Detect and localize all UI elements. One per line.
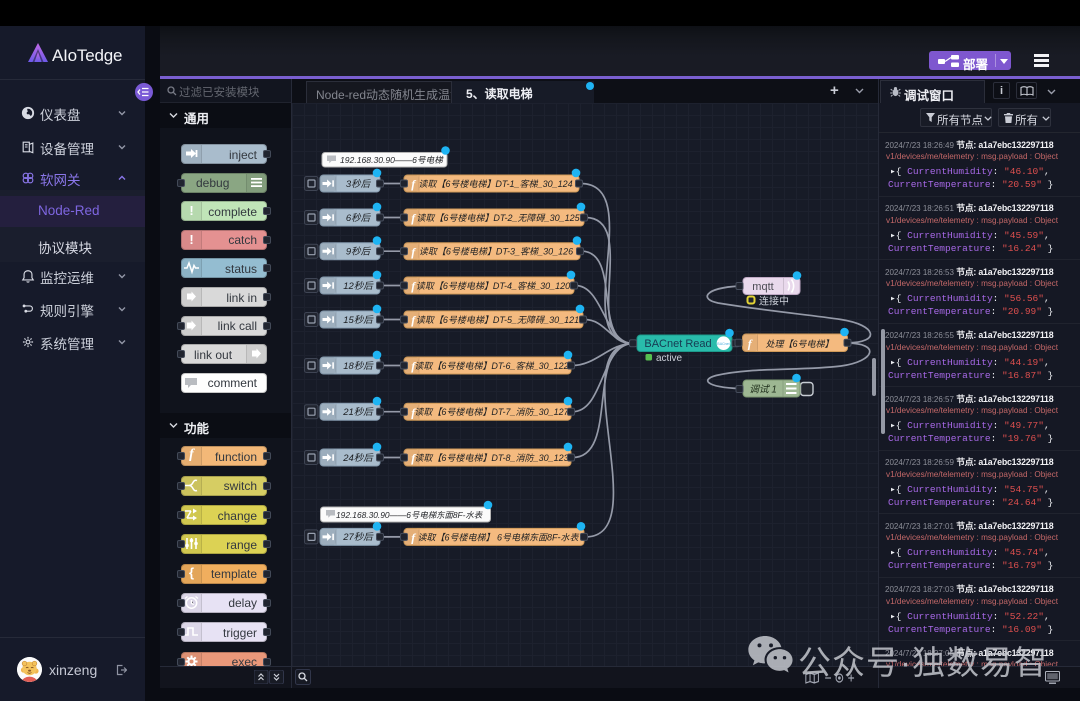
svg-text:调试 1: 调试 1 bbox=[749, 383, 777, 395]
svg-text:读取【6号楼电梯】DT-4_客梯_30_120: 读取【6号楼电梯】DT-4_客梯_30_120 bbox=[416, 281, 570, 291]
svg-text:12秒后: 12秒后 bbox=[343, 281, 374, 292]
svg-text:处理【6号电梯】: 处理【6号电梯】 bbox=[765, 339, 833, 349]
svg-text:3秒后: 3秒后 bbox=[346, 179, 372, 190]
svg-text:192.168.30.90——6号电梯东面8F-水表: 192.168.30.90——6号电梯东面8F-水表 bbox=[336, 510, 484, 520]
svg-text:15秒后: 15秒后 bbox=[343, 315, 374, 326]
svg-text:读取【6号楼电梯】DT-8_消防_30_123: 读取【6号楼电梯】DT-8_消防_30_123 bbox=[414, 453, 568, 463]
svg-text:读取【6号楼电梯】DT-3_客梯_30_126: 读取【6号楼电梯】DT-3_客梯_30_126 bbox=[419, 247, 573, 257]
svg-text:BACnet: BACnet bbox=[717, 342, 729, 346]
svg-text:读取【6号楼电梯】DT-1_客梯_30_124: 读取【6号楼电梯】DT-1_客梯_30_124 bbox=[418, 179, 572, 189]
svg-text:6秒后: 6秒后 bbox=[346, 213, 372, 224]
svg-text:读取【6号楼电梯】DT-5_无障碍_30_121: 读取【6号楼电梯】DT-5_无障碍_30_121 bbox=[416, 315, 579, 325]
svg-text:192.168.30.90——6号电梯: 192.168.30.90——6号电梯 bbox=[340, 155, 444, 165]
svg-text:active: active bbox=[656, 353, 683, 364]
svg-text:mqtt: mqtt bbox=[752, 281, 773, 293]
svg-text:27秒后: 27秒后 bbox=[342, 532, 374, 543]
svg-text:9秒后: 9秒后 bbox=[346, 247, 372, 258]
svg-text:读取【6号楼电梯】DT-2_无障碍_30_125: 读取【6号楼电梯】DT-2_无障碍_30_125 bbox=[416, 213, 580, 223]
svg-text:BACnet Read: BACnet Read bbox=[644, 338, 711, 350]
svg-text:连接中: 连接中 bbox=[759, 295, 789, 308]
svg-text:18秒后: 18秒后 bbox=[343, 361, 374, 372]
svg-text:读取【6号楼电梯】DT-7_消防_30_127: 读取【6号楼电梯】DT-7_消防_30_127 bbox=[414, 407, 569, 417]
svg-text:21秒后: 21秒后 bbox=[342, 407, 374, 418]
svg-text:24秒后: 24秒后 bbox=[342, 453, 374, 464]
svg-text:读取【6号楼电梯】DT-6_客梯_30_122: 读取【6号楼电梯】DT-6_客梯_30_122 bbox=[414, 361, 568, 371]
svg-text:读取【6号楼电梯】 6号电梯东面8F-水表: 读取【6号楼电梯】 6号电梯东面8F-水表 bbox=[417, 532, 579, 542]
